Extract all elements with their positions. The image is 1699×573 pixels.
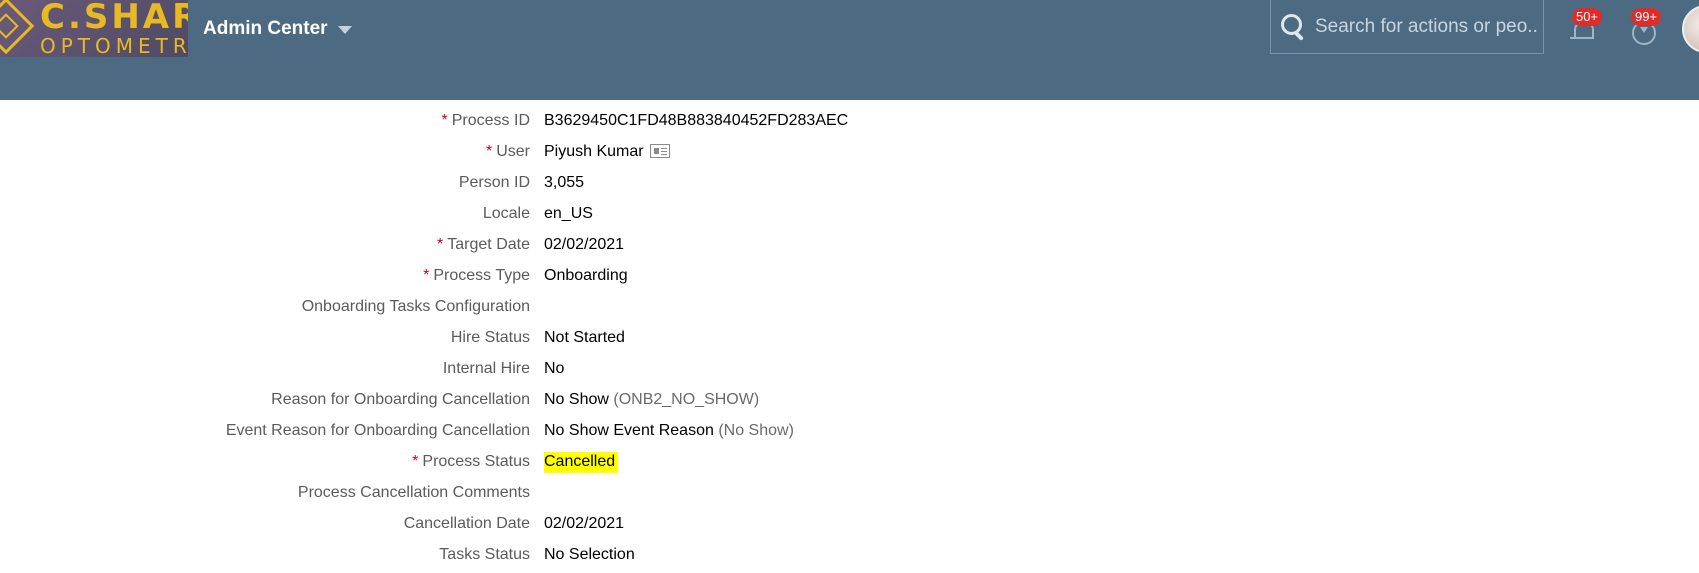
field-row-onboarding-tasks-configuration: Onboarding Tasks Configuration (0, 294, 1699, 325)
field-row-locale: Locale en_US (0, 201, 1699, 232)
field-label: Cancellation Date (403, 515, 530, 532)
field-label: Locale (482, 205, 530, 222)
field-value: en_US (544, 205, 593, 222)
field-label: Tasks Status (439, 546, 530, 563)
caret-down-icon (337, 26, 352, 34)
field-row-user: * User Piyush Kumar (0, 139, 1699, 170)
field-value: Cancelled (544, 452, 619, 473)
field-label: * Process ID (441, 112, 530, 129)
field-label: Process Cancellation Comments (297, 484, 530, 501)
process-status-highlight: Cancelled (544, 452, 619, 473)
field-value: Piyush Kumar (544, 143, 670, 161)
required-marker: * (485, 143, 493, 160)
field-value: 3,055 (544, 174, 585, 191)
field-row-process-status: * Process Status Cancelled (0, 449, 1699, 480)
field-value: B3629450C1FD48B883840452FD283AEC (544, 112, 849, 129)
field-label: Internal Hire (442, 360, 530, 377)
field-row-tasks-status: Tasks Status No Selection (0, 542, 1699, 573)
required-marker: * (437, 236, 444, 253)
field-label: Onboarding Tasks Configuration (301, 298, 530, 315)
field-label: Event Reason for Onboarding Cancellation (225, 422, 530, 439)
field-row-process-id: * Process ID B3629450C1FD48B883840452FD28… (0, 108, 1699, 139)
notifications-badge: 50+ (1572, 8, 1602, 26)
field-value: 02/02/2021 (544, 515, 625, 532)
required-marker: * (423, 267, 430, 284)
required-marker: * (441, 112, 448, 129)
field-code: (No Show) (718, 422, 794, 439)
user-avatar[interactable] (1682, 5, 1699, 53)
user-name-link[interactable]: Piyush Kumar (544, 143, 644, 160)
app-title-menu[interactable]: Admin Center (203, 15, 352, 43)
field-value: No Selection (544, 546, 635, 563)
field-code: (ONB2_NO_SHOW) (613, 391, 760, 408)
field-label: Hire Status (450, 329, 530, 346)
required-marker: * (412, 453, 419, 470)
notifications-button[interactable]: 50+ (1562, 8, 1604, 50)
field-value: No (544, 360, 565, 377)
field-label: * Process Type (423, 267, 530, 284)
field-value: No Show (ONB2_NO_SHOW) (544, 391, 760, 408)
logo-text-line2: OPTOMETR (40, 34, 188, 57)
search-icon[interactable] (1279, 12, 1309, 42)
company-logo[interactable]: C.SHAR OPTOMETR (0, 0, 188, 57)
user-card-icon[interactable] (649, 143, 670, 158)
logo-text-line1: C.SHAR (40, 0, 188, 37)
field-row-target-date: * Target Date 02/02/2021 (0, 232, 1699, 263)
field-row-internal-hire: Internal Hire No (0, 356, 1699, 387)
approvals-badge: 99+ (1631, 8, 1661, 26)
field-label: Person ID (458, 174, 530, 191)
shell-bar: C.SHAR OPTOMETR Admin Center 50+ 99+ (0, 0, 1699, 100)
field-value: 02/02/2021 (544, 236, 625, 253)
field-value: No Show Event Reason (No Show) (544, 422, 794, 439)
global-search[interactable] (1270, 0, 1544, 54)
search-input[interactable] (1309, 15, 1543, 38)
field-row-cancellation-comments: Process Cancellation Comments (0, 480, 1699, 511)
field-label: * Process Status (412, 453, 530, 470)
field-label: Reason for Onboarding Cancellation (271, 391, 530, 408)
field-label: * User (485, 143, 530, 160)
logo-diamond-icon (0, 0, 35, 55)
field-row-person-id: Person ID 3,055 (0, 170, 1699, 201)
approvals-button[interactable]: 99+ (1621, 8, 1663, 50)
field-value: Onboarding (544, 267, 628, 284)
field-row-event-reason-for-cancellation: Event Reason for Onboarding Cancellation… (0, 418, 1699, 449)
field-row-process-type: * Process Type Onboarding (0, 263, 1699, 294)
field-row-cancellation-date: Cancellation Date 02/02/2021 (0, 511, 1699, 542)
field-row-reason-for-cancellation: Reason for Onboarding Cancellation No Sh… (0, 387, 1699, 418)
app-title: Admin Center (203, 18, 328, 39)
field-value: Not Started (544, 329, 625, 346)
field-label: * Target Date (437, 236, 530, 253)
field-row-hire-status: Hire Status Not Started (0, 325, 1699, 356)
